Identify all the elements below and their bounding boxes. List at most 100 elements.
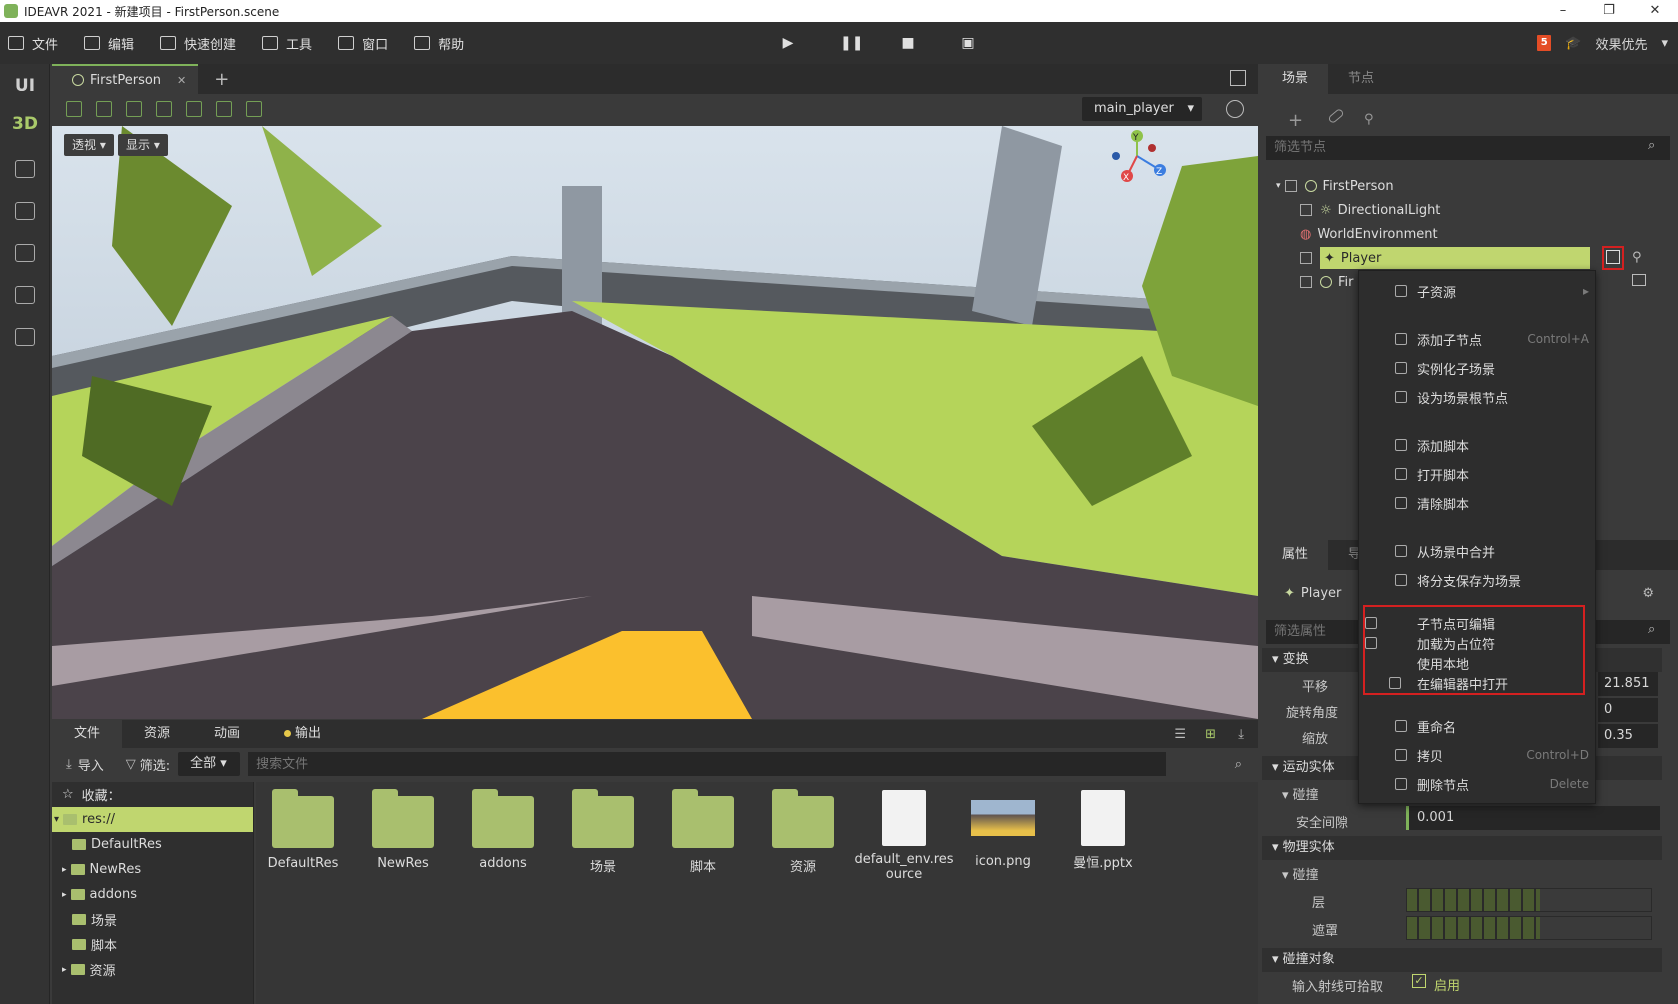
menu-item-make-root[interactable]: 设为场景根节点 (1359, 385, 1597, 409)
tab-animation[interactable]: 动画 (192, 720, 262, 748)
file-item[interactable]: 脚本 (658, 789, 748, 875)
clapper-icon[interactable] (1632, 274, 1646, 286)
import-button[interactable]: 导入 (78, 755, 104, 774)
tab-node[interactable]: 节点 (1328, 64, 1394, 94)
tab-output[interactable]: 输出 (262, 720, 343, 748)
perspective-menu[interactable]: 透视 ▾ (64, 134, 114, 156)
maximize-button[interactable]: ❐ (1586, 0, 1632, 22)
visibility-icon[interactable] (1300, 252, 1312, 264)
close-tab-icon[interactable]: ✕ (177, 74, 186, 87)
display-menu[interactable]: 显示 ▾ (118, 134, 168, 156)
menu-item-sub-resource[interactable]: 子资源 ▸ (1359, 279, 1597, 303)
layout-icon[interactable] (246, 101, 262, 117)
menu-item-merge-scene[interactable]: 从场景中合并 (1359, 539, 1597, 563)
file-item[interactable]: DefaultRes (258, 789, 348, 871)
html5-icon[interactable]: 5 (1537, 35, 1552, 51)
pivot-icon[interactable] (186, 101, 202, 117)
script-icon[interactable]: ⚲ (1632, 250, 1642, 265)
tree-node-worldenvironment[interactable]: ◍ WorldEnvironment (1300, 222, 1438, 246)
store-icon[interactable] (14, 202, 35, 220)
tree-node-directionallight[interactable]: ☼ DirectionalLight (1300, 198, 1440, 222)
file-search-input[interactable] (248, 752, 1167, 776)
menu-window[interactable]: 窗口 (338, 34, 388, 53)
menu-item-add-child[interactable]: 添加子节点 Control+A (1359, 327, 1597, 351)
import-icon[interactable] (14, 328, 35, 346)
file-item[interactable]: addons (458, 789, 548, 871)
menu-item-instance-scene[interactable]: 实例化子场景 (1359, 356, 1597, 380)
translate-field[interactable]: 21.851 (1598, 672, 1658, 696)
safe-margin-field[interactable]: 0.001 (1406, 806, 1660, 830)
filter-select[interactable]: 全部 ▾ (178, 752, 241, 776)
menu-item-save-branch[interactable]: 将分支保存为场景 (1359, 568, 1597, 592)
tree-node-firstperson[interactable]: ▾ FirstPerson (1276, 174, 1394, 198)
scale-tool-icon[interactable] (156, 101, 172, 117)
section-collision-object[interactable]: ▾ 碰撞对象 (1262, 948, 1662, 972)
graduation-cap-icon[interactable]: 🎓 (1565, 36, 1581, 51)
camera-select[interactable]: main_player ▾ (1082, 97, 1202, 121)
move-tool-icon[interactable] (96, 101, 112, 117)
node-graph-icon[interactable] (14, 160, 35, 178)
menu-help[interactable]: 帮助 (414, 34, 464, 53)
tree-item-scripts[interactable]: 脚本 (52, 932, 253, 957)
quality-select[interactable]: 效果优先 (1595, 34, 1647, 53)
list-view-icon[interactable]: ☰ (1174, 727, 1186, 742)
file-item[interactable]: 资源 (758, 789, 848, 875)
pause-icon[interactable]: ❚❚ (840, 35, 863, 51)
section-collision-2[interactable]: ▾ 碰撞 (1282, 864, 1319, 883)
clapper-icon[interactable] (1606, 250, 1620, 264)
gear-icon[interactable] (1226, 100, 1244, 118)
clapper-icon[interactable]: ▣ (960, 35, 976, 51)
menu-item-duplicate[interactable]: 拷贝 Control+D (1359, 743, 1597, 767)
node-filter-input[interactable] (1266, 136, 1670, 160)
checkbox-icon[interactable]: ✓ (1412, 974, 1426, 988)
menu-file[interactable]: 文件 (8, 34, 58, 53)
export-icon[interactable] (14, 286, 35, 304)
tab-properties[interactable]: 属性 (1262, 540, 1329, 570)
play-icon[interactable]: ▶ (780, 35, 796, 51)
file-item[interactable]: 场景 (558, 789, 648, 875)
file-item[interactable]: icon.png (958, 790, 1048, 869)
rotate-tool-icon[interactable] (126, 101, 142, 117)
visibility-icon[interactable] (1300, 204, 1312, 216)
tree-item-addons[interactable]: ▸ addons (52, 882, 253, 907)
menu-item-open-script[interactable]: 打开脚本 (1359, 462, 1597, 486)
close-button[interactable]: ✕ (1632, 0, 1678, 22)
tree-item-res[interactable]: ▾ res:// (52, 807, 253, 832)
tree-item-assets[interactable]: ▸ 资源 (52, 957, 253, 982)
grid-view-icon[interactable]: ⊞ (1205, 727, 1216, 742)
menu-item-rename[interactable]: 重命名 (1359, 714, 1597, 738)
add-tab-icon[interactable]: + (214, 69, 229, 90)
tree-node-fir[interactable]: Fir (1300, 270, 1354, 294)
visibility-icon[interactable] (1300, 276, 1312, 288)
scale-field[interactable]: 0.35 (1598, 724, 1658, 748)
sliders-icon[interactable]: ⚙ (1642, 586, 1654, 601)
menu-quick-create[interactable]: 快速创建 (160, 34, 236, 53)
stop-icon[interactable]: ■ (900, 35, 916, 51)
favorites-row[interactable]: ☆ 收藏： (52, 782, 253, 807)
3d-mode-button[interactable]: 3D (0, 114, 50, 134)
tab-resources[interactable]: 资源 (122, 720, 192, 748)
settings-card-icon[interactable] (14, 244, 35, 262)
menu-edit[interactable]: 编辑 (84, 34, 134, 53)
snap-icon[interactable] (216, 101, 232, 117)
minimize-button[interactable]: – (1540, 0, 1586, 22)
script-icon[interactable]: ⚲ (1364, 112, 1374, 127)
file-item[interactable]: 曼恒.pptx (1058, 790, 1148, 871)
visibility-icon[interactable] (1284, 180, 1297, 192)
rotate-field[interactable]: 0 (1598, 698, 1658, 722)
chevron-down-icon[interactable]: ▾ (1661, 36, 1668, 51)
tree-item-scenes[interactable]: 场景 (52, 907, 253, 932)
tree-item-newres[interactable]: ▸ NewRes (52, 857, 253, 882)
tab-scene[interactable]: 场景 (1262, 64, 1329, 94)
menu-item-clear-script[interactable]: 清除脚本 (1359, 491, 1597, 515)
section-physics-body[interactable]: ▾ 物理实体 (1262, 836, 1662, 860)
menu-item-add-script[interactable]: 添加脚本 (1359, 433, 1597, 457)
download-icon[interactable]: ⤓ (1238, 727, 1244, 742)
section-collision[interactable]: ▾ 碰撞 (1282, 784, 1319, 803)
tab-firstperson[interactable]: FirstPerson ✕ (52, 64, 199, 94)
tree-item-defaultres[interactable]: DefaultRes (52, 832, 253, 857)
tab-files[interactable]: 文件 (52, 720, 123, 748)
link-icon[interactable] (1327, 107, 1345, 125)
menu-item-delete[interactable]: 删除节点 Delete (1359, 772, 1597, 796)
menu-tools[interactable]: 工具 (262, 34, 312, 53)
